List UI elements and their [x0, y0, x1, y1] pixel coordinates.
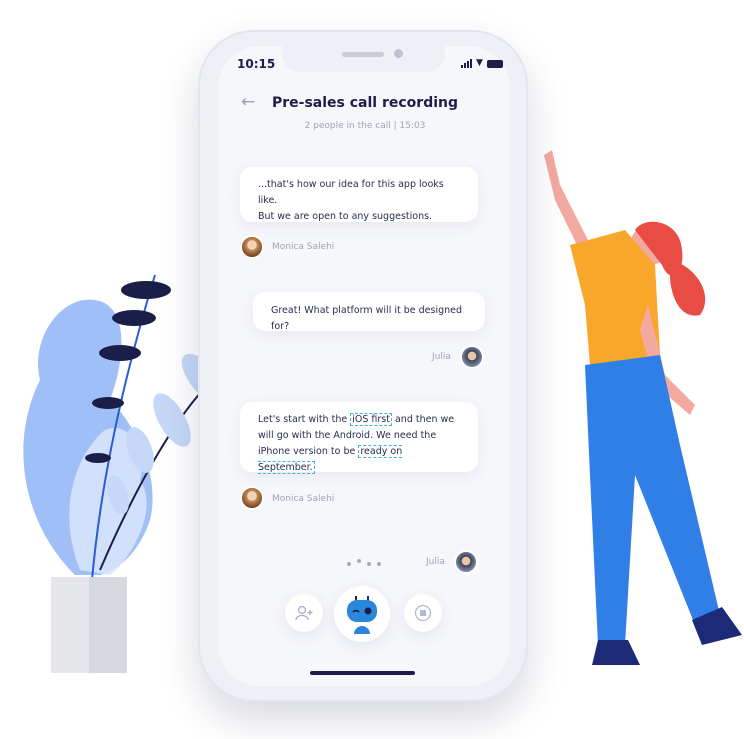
avatar — [240, 235, 264, 259]
phone-notch — [282, 44, 445, 72]
call-info: 2 people in the call | 15:03 — [304, 121, 426, 131]
battery-icon — [486, 60, 503, 68]
author-name: Monica Salehi — [272, 494, 335, 504]
message-text: ...that's how our idea for this app look… — [258, 179, 444, 206]
avatar — [460, 345, 484, 369]
status-icons: ▼ — [461, 59, 503, 68]
message-bubble: Let's start with the iOS first and then … — [240, 402, 478, 474]
typing-indicator — [347, 559, 381, 566]
message-text: But we are open to any suggestions. — [258, 211, 433, 222]
user-plus-icon — [295, 605, 313, 621]
speaker — [342, 52, 384, 57]
camera — [394, 49, 403, 58]
author-name: Monica Salehi — [272, 242, 335, 252]
add-user-button[interactable] — [285, 594, 323, 632]
woman-pointing-illustration — [544, 150, 742, 665]
avatar — [454, 550, 478, 574]
message-bubble: ...that's how our idea for this app look… — [240, 167, 478, 222]
status-time: 10:15 — [237, 57, 276, 71]
message-text: Great! What platform will it be designed… — [271, 305, 463, 332]
stop-icon — [414, 604, 432, 622]
highlight[interactable]: iOS first — [350, 413, 392, 426]
page-title: Pre-sales call recording — [272, 95, 458, 111]
signal-icon — [461, 59, 472, 68]
avatar — [240, 486, 264, 510]
home-indicator[interactable] — [310, 671, 415, 675]
stop-button[interactable] — [404, 594, 442, 632]
assistant-button[interactable] — [334, 586, 390, 642]
wifi-icon: ▼ — [476, 58, 483, 68]
message-bubble: Great! What platform will it be designed… — [253, 292, 485, 332]
message-text: Let's start with the — [258, 414, 351, 425]
bot-icon — [347, 596, 377, 634]
author-name: Julia — [432, 352, 451, 362]
author-name: Julia — [426, 557, 445, 567]
